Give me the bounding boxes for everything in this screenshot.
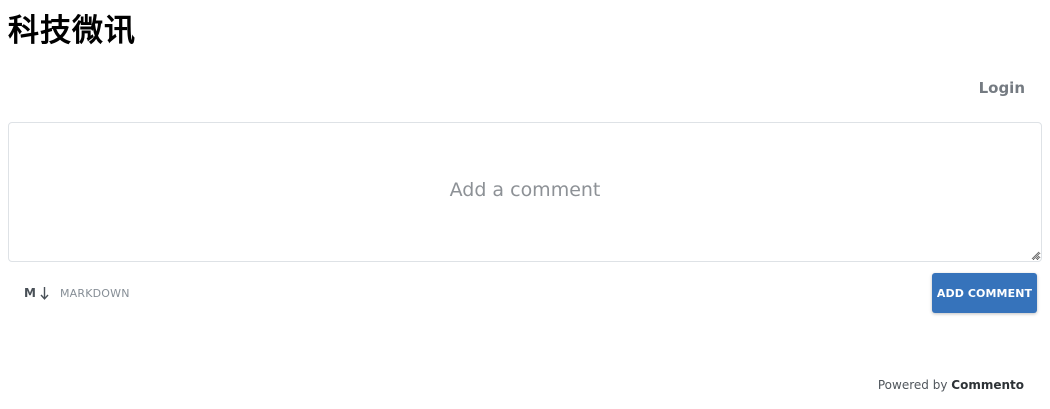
resize-handle-icon[interactable]	[1030, 250, 1040, 260]
markdown-icon: M	[24, 286, 49, 300]
markdown-icon-letter: M	[24, 286, 36, 300]
arrow-down-icon	[40, 287, 49, 300]
comment-input[interactable]	[8, 122, 1042, 262]
page-title: 科技微讯	[8, 13, 136, 49]
markdown-toggle[interactable]: M MARKDOWN	[24, 284, 130, 302]
commento-link[interactable]: Commento	[951, 378, 1024, 392]
powered-by-footer: Powered by Commento	[878, 376, 1024, 394]
markdown-label: MARKDOWN	[59, 286, 130, 300]
add-comment-button[interactable]: ADD COMMENT	[932, 273, 1037, 313]
powered-by-text: Powered by	[877, 378, 948, 392]
login-button[interactable]: Login	[979, 77, 1025, 99]
